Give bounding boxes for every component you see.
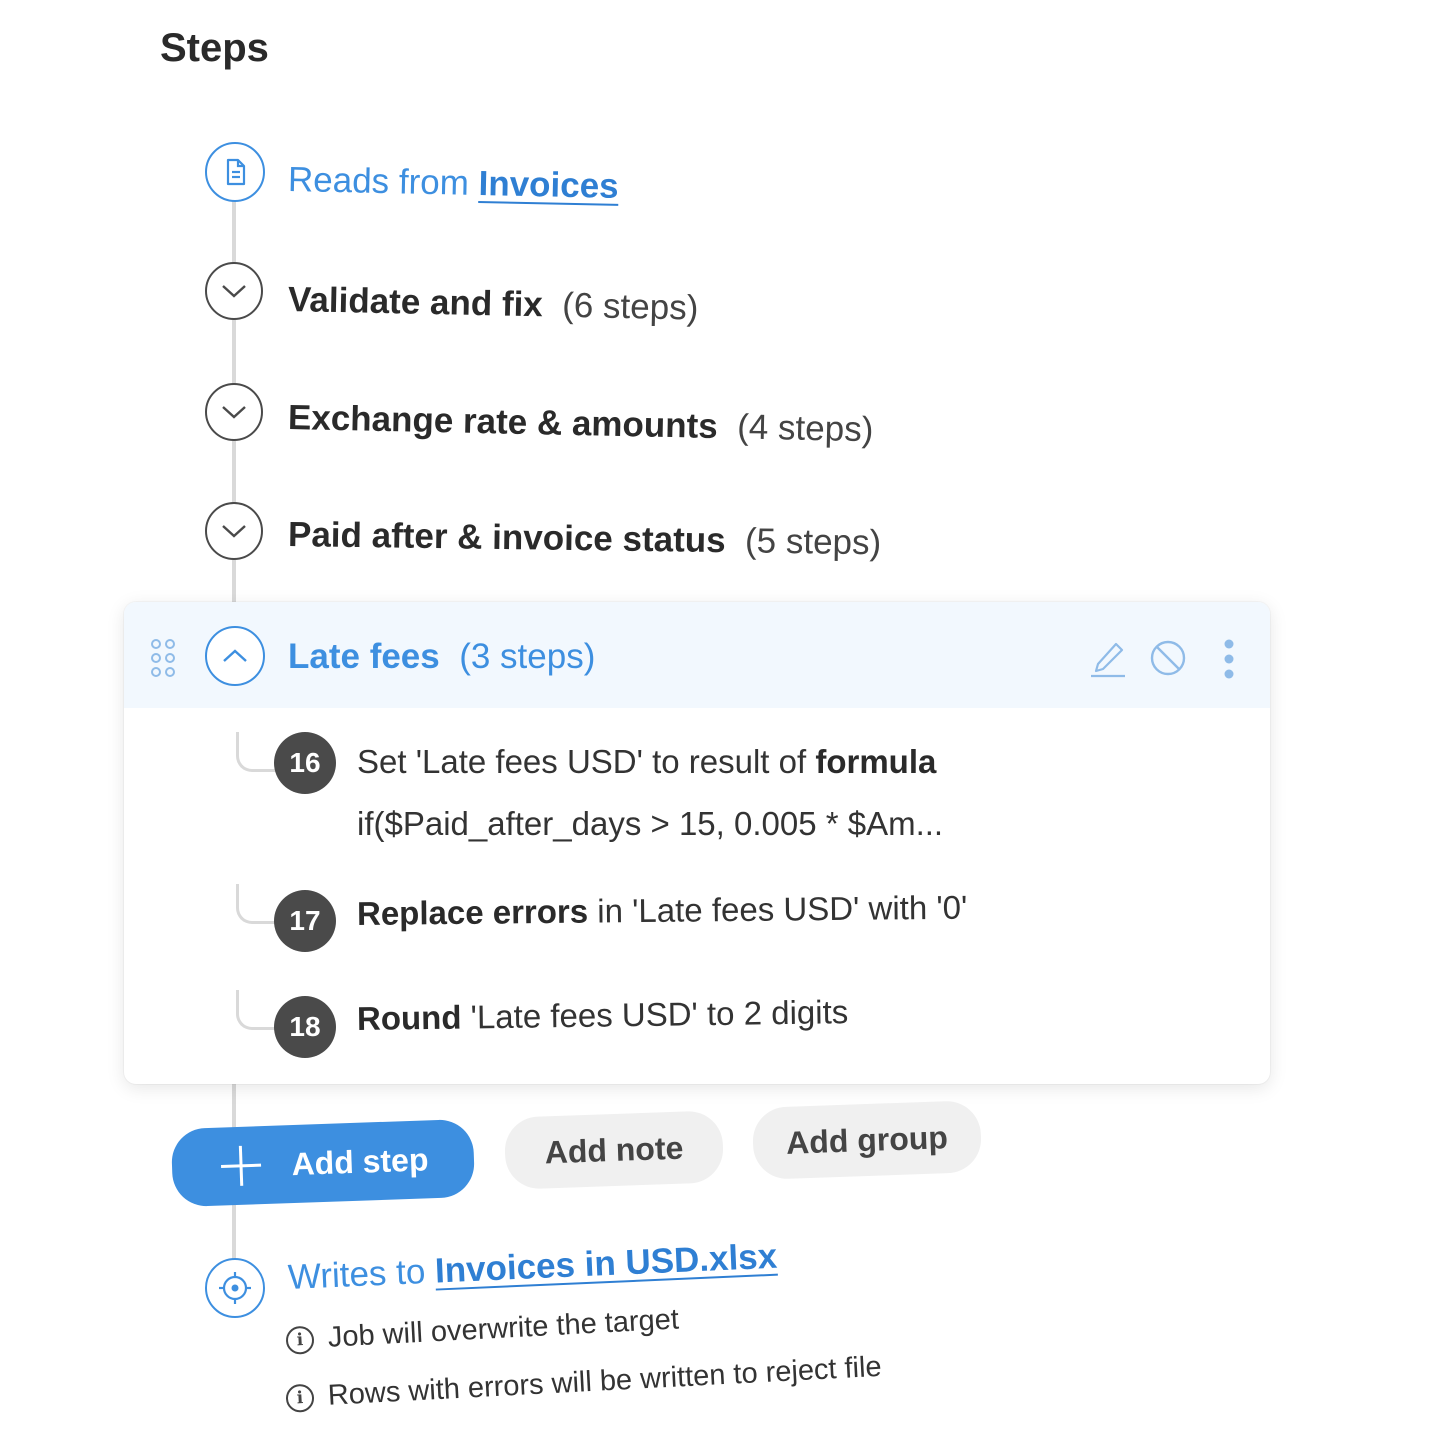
drag-handle-icon[interactable] <box>148 638 178 678</box>
page-title: Steps <box>160 26 269 70</box>
step-keyword: Replace errors <box>356 892 589 932</box>
info-icon: i <box>285 1325 315 1355</box>
document-icon <box>226 158 246 186</box>
group-label: Paid after & invoice status <box>287 515 726 561</box>
plus-icon <box>220 1145 261 1186</box>
target-prefix: Writes to <box>287 1251 436 1297</box>
add-group-button[interactable]: Add group <box>751 1100 983 1180</box>
step-item[interactable]: Round 'Late fees USD' to 2 digits <box>357 993 849 1038</box>
target-link[interactable]: Invoices in USD.xlsx <box>434 1237 778 1291</box>
chevron-down-icon <box>222 285 246 298</box>
add-note-button[interactable]: Add note <box>503 1110 725 1190</box>
add-step-button[interactable]: Add step <box>170 1118 476 1208</box>
group-row-validate[interactable]: Validate and fix (6 steps) <box>288 280 699 329</box>
step-text-post: in 'Late fees USD' with '0' <box>587 888 968 930</box>
more-icon[interactable] <box>1218 638 1240 680</box>
chevron-down-icon <box>222 525 246 538</box>
step-number-badge: 17 <box>274 890 336 952</box>
step-keyword: Round <box>356 998 462 1037</box>
group-count: (5 steps) <box>744 521 882 563</box>
step-item[interactable]: Replace errors in 'Late fees USD' with '… <box>357 889 968 933</box>
step-branch <box>236 884 276 924</box>
target-node <box>205 1258 265 1318</box>
group-count: (6 steps) <box>561 285 699 328</box>
source-link[interactable]: Invoices <box>478 164 619 206</box>
edit-icon[interactable] <box>1088 638 1128 680</box>
group-count: (3 steps) <box>459 637 596 676</box>
source-node <box>205 142 265 202</box>
source-prefix: Reads from <box>287 160 480 203</box>
group-toggle-paid[interactable] <box>205 502 263 560</box>
group-row-paid[interactable]: Paid after & invoice status (5 steps) <box>288 515 882 563</box>
target-note: i Job will overwrite the target <box>285 1303 680 1357</box>
add-group-label: Add group <box>785 1118 949 1161</box>
target-row: Writes to Invoices in USD.xlsx <box>287 1237 778 1298</box>
step-text-post: 'Late fees USD' to 2 digits <box>461 993 849 1036</box>
disable-icon[interactable] <box>1148 638 1188 678</box>
chevron-down-icon <box>222 406 246 419</box>
target-note: i Rows with errors will be written to re… <box>285 1351 882 1415</box>
step-branch <box>236 990 276 1030</box>
step-number-badge: 16 <box>274 732 336 794</box>
source-row: Reads from Invoices <box>288 160 619 207</box>
chevron-up-icon <box>223 649 247 662</box>
add-step-label: Add step <box>290 1140 429 1182</box>
step-keyword: formula <box>815 743 937 780</box>
group-count: (4 steps) <box>736 407 874 450</box>
step-detail: if($Paid_after_days > 15, 0.005 * $Am... <box>357 805 944 842</box>
step-text: Set 'Late fees USD' to result of <box>357 743 816 780</box>
group-row-late-fees[interactable]: Late fees (3 steps) <box>288 637 595 677</box>
step-branch <box>236 732 276 772</box>
group-label: Exchange rate & amounts <box>287 398 719 446</box>
add-note-label: Add note <box>544 1129 684 1170</box>
group-row-exchange[interactable]: Exchange rate & amounts (4 steps) <box>288 398 874 450</box>
target-note-text: Job will overwrite the target <box>327 1303 680 1354</box>
step-item[interactable]: Set 'Late fees USD' to result of formula <box>357 743 936 781</box>
group-label: Validate and fix <box>287 280 544 325</box>
group-label: Late fees <box>288 637 440 676</box>
step-number-badge: 18 <box>274 996 336 1058</box>
info-icon: i <box>285 1383 315 1413</box>
target-icon <box>219 1272 251 1304</box>
target-note-text: Rows with errors will be written to reje… <box>327 1350 883 1412</box>
group-toggle-late-fees[interactable] <box>205 626 265 686</box>
group-toggle-validate[interactable] <box>205 262 263 320</box>
group-toggle-exchange[interactable] <box>205 383 263 441</box>
